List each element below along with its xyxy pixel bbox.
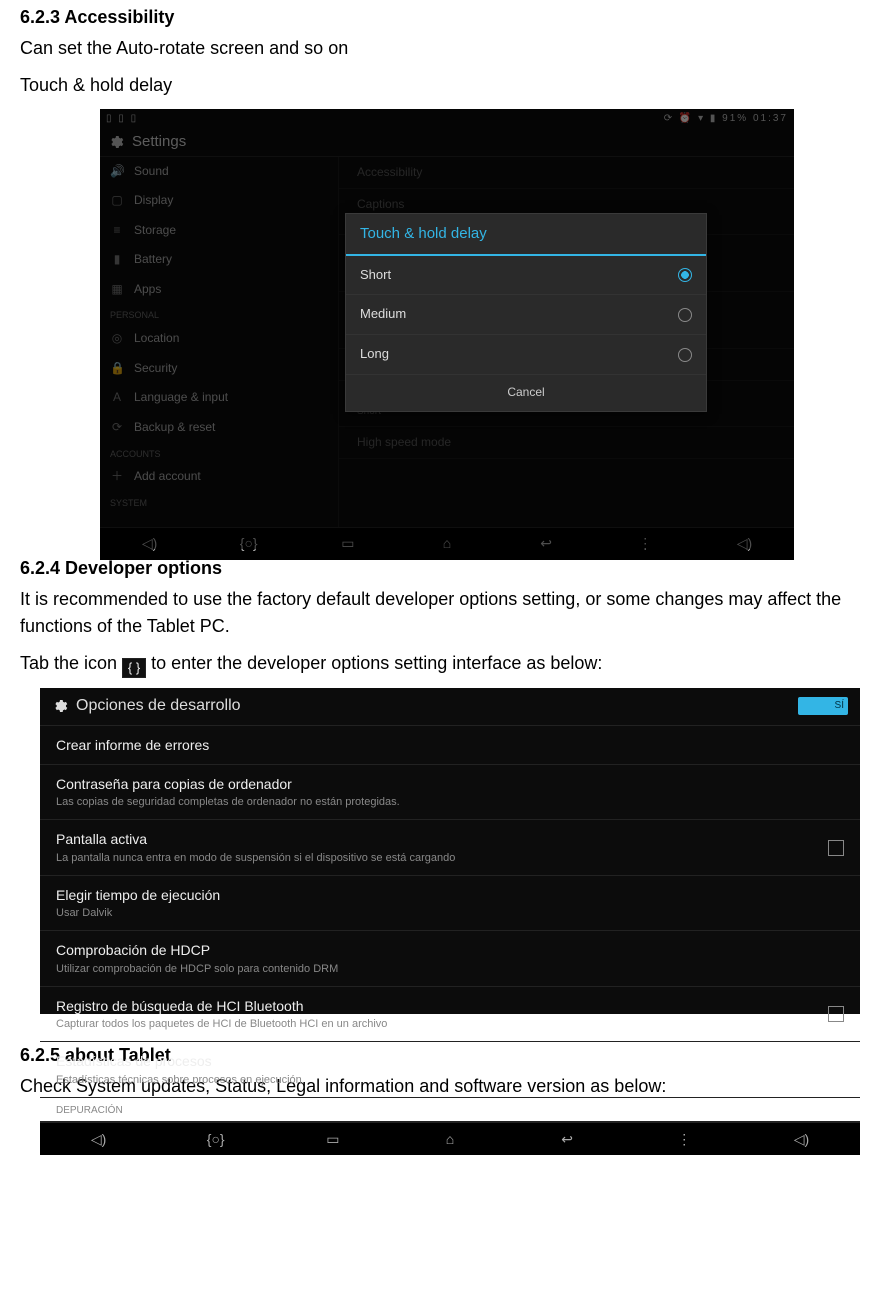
para-623a: Can set the Auto-rotate screen and so on bbox=[20, 35, 856, 62]
dev-switch[interactable]: SÍ bbox=[798, 697, 848, 715]
para-623b: Touch & hold delay bbox=[20, 72, 856, 99]
radio-long-icon bbox=[678, 348, 692, 362]
document-page: 6.2.3 Accessibility Can set the Auto-rot… bbox=[0, 4, 876, 1130]
screenshot-accessibility-dialog: ▯ ▯ ▯ ⟳ ⏰ ▾ ▮ 91% 01:37 Settings 🔊Sound … bbox=[100, 109, 794, 549]
radio-short-selected-icon bbox=[678, 268, 692, 282]
nav-recent-icon[interactable]: ▭ bbox=[321, 1130, 345, 1148]
dev-item-bugreport[interactable]: Crear informe de errores bbox=[40, 726, 860, 765]
nav-volup-icon[interactable]: ◁) bbox=[789, 1130, 813, 1148]
dev-item-backup-pw[interactable]: Contraseña para copias de ordenador Las … bbox=[40, 765, 860, 820]
gear-icon bbox=[52, 698, 68, 714]
checkbox-icon bbox=[828, 840, 844, 856]
dev-item-proc-stats[interactable]: Estadísticas de procesos Estadísticas té… bbox=[40, 1042, 860, 1097]
para-624b: Tab the icon { } to enter the developer … bbox=[20, 650, 856, 678]
screenshot-dev-options: Opciones de desarrollo SÍ Crear informe … bbox=[40, 688, 860, 1014]
nav-home-icon[interactable]: ⌂ bbox=[438, 1130, 462, 1148]
checkbox-icon bbox=[828, 1006, 844, 1022]
dev-title: Opciones de desarrollo bbox=[76, 696, 241, 717]
dialog-option-medium[interactable]: Medium bbox=[346, 295, 706, 335]
dev-item-bt-hci[interactable]: Registro de búsqueda de HCI Bluetooth Ca… bbox=[40, 987, 860, 1042]
heading-623: 6.2.3 Accessibility bbox=[20, 4, 856, 31]
nav-voldown-icon[interactable]: ◁) bbox=[87, 1130, 111, 1148]
dialog-option-long[interactable]: Long bbox=[346, 335, 706, 375]
nav-menu-icon[interactable]: ⋮ bbox=[672, 1130, 696, 1148]
settings-body: 🔊Sound ▢Display ≡Storage ▮Battery ▦Apps … bbox=[100, 157, 794, 527]
nav-bar-2: ◁) {○} ▭ ⌂ ↩ ⋮ ◁) bbox=[40, 1122, 860, 1155]
radio-medium-icon bbox=[678, 308, 692, 322]
dialog-option-short[interactable]: Short bbox=[346, 256, 706, 296]
dev-item-hdcp[interactable]: Comprobación de HDCP Utilizar comprobaci… bbox=[40, 931, 860, 986]
touch-hold-delay-dialog: Touch & hold delay Short Medium Long Can… bbox=[345, 213, 707, 412]
dev-item-runtime[interactable]: Elegir tiempo de ejecución Usar Dalvik bbox=[40, 876, 860, 931]
dev-options-icon: { } bbox=[122, 658, 146, 678]
dev-item-stay-awake[interactable]: Pantalla activa La pantalla nunca entra … bbox=[40, 820, 860, 875]
dialog-title: Touch & hold delay bbox=[346, 214, 706, 256]
para-624a: It is recommended to use the factory def… bbox=[20, 586, 856, 640]
switch-on-label: SÍ bbox=[798, 697, 848, 715]
dev-list: Crear informe de errores Contraseña para… bbox=[40, 726, 860, 1122]
nav-back-icon[interactable]: ↩ bbox=[555, 1130, 579, 1148]
dev-item-depuracion: DEPURACIÓN bbox=[40, 1098, 860, 1122]
dialog-cancel-button[interactable]: Cancel bbox=[346, 375, 706, 411]
nav-dev-icon[interactable]: {○} bbox=[204, 1130, 228, 1148]
dev-header: Opciones de desarrollo SÍ bbox=[40, 688, 860, 726]
